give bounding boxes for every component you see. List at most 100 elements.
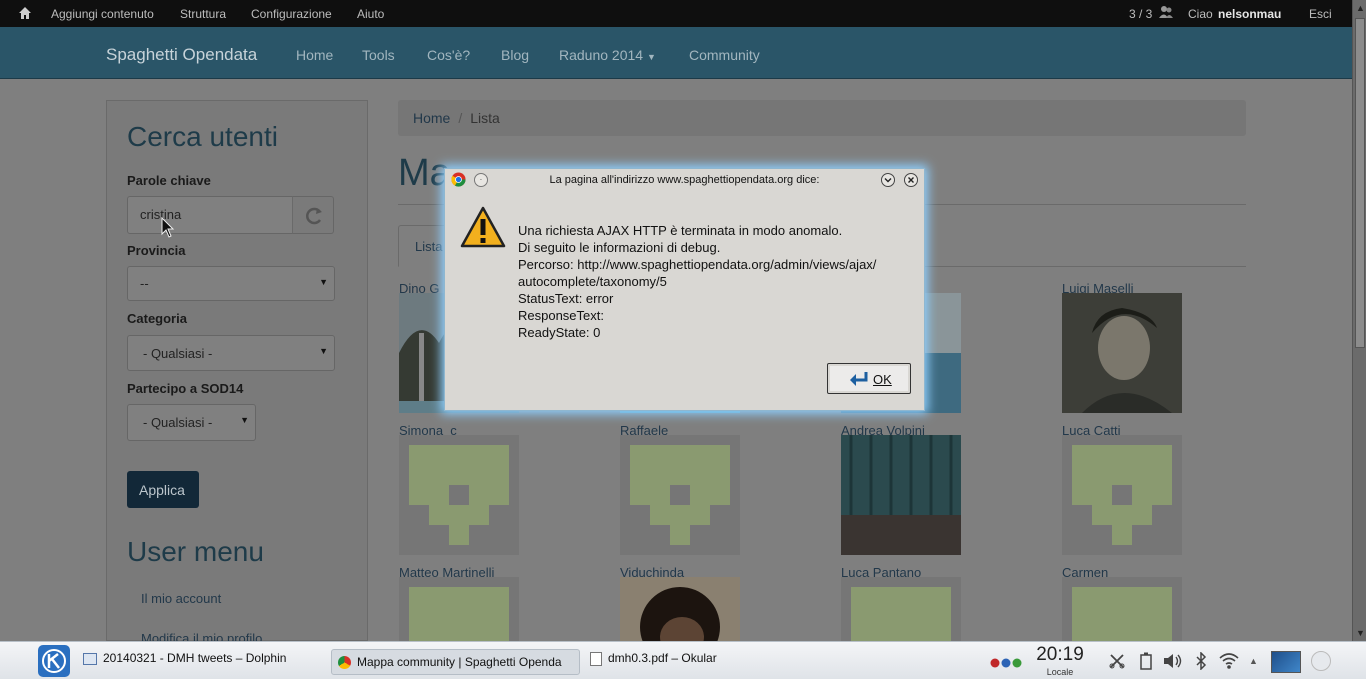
admin-link-help[interactable]: Aiuto <box>357 7 384 21</box>
dialog-line: Percorso: http://www.spaghettiopendata.o… <box>518 257 877 272</box>
categoria-label: Categoria <box>127 311 187 326</box>
select-caret-icon: ▼ <box>319 346 328 356</box>
admin-toolbar: Aggiungi contenuto Struttura Configurazi… <box>0 0 1352 27</box>
admin-link-structure[interactable]: Struttura <box>180 7 226 21</box>
user-card[interactable]: Luigi Maselli <box>1062 281 1202 421</box>
site-brand[interactable]: Spaghetti Opendata <box>106 45 257 65</box>
dolphin-app-icon <box>83 652 97 665</box>
keywords-label: Parole chiave <box>127 173 211 188</box>
nav-tools[interactable]: Tools <box>362 47 395 63</box>
tray-expand-icon[interactable]: ▲ <box>1249 656 1258 666</box>
clock-time[interactable]: 20:19 <box>1030 644 1090 666</box>
kde-launcher-icon[interactable] <box>38 645 70 677</box>
okular-app-icon <box>590 651 602 666</box>
scissors-icon[interactable] <box>1109 653 1125 674</box>
user-card[interactable]: Simona_c <box>399 423 539 563</box>
nav-blog[interactable]: Blog <box>501 47 529 63</box>
task-chrome-label: Mappa community | Spaghetti Openda <box>357 655 562 669</box>
clock-locale: Locale <box>1046 667 1074 677</box>
dialog-line: Di seguito le informazioni di debug. <box>518 240 721 255</box>
ok-button[interactable]: OK <box>827 363 911 394</box>
apply-button[interactable]: Applica <box>127 471 199 508</box>
sod14-value: - Qualsiasi - <box>143 415 213 430</box>
user-card[interactable]: Carmen <box>1062 565 1202 641</box>
task-dolphin[interactable]: 20140321 - DMH tweets – Dolphin <box>83 651 328 673</box>
breadcrumb-home[interactable]: Home <box>413 110 450 126</box>
admin-link-add-content[interactable]: Aggiungi contenuto <box>51 7 154 21</box>
shortcut-counter[interactable]: 3 / 3 <box>1129 7 1152 21</box>
dialog-line: Una richiesta AJAX HTTP è terminata in m… <box>518 223 843 238</box>
close-icon[interactable] <box>904 173 918 187</box>
nav-community[interactable]: Community <box>689 47 760 63</box>
main-navbar: Spaghetti Opendata Home Tools Cos'è? Blo… <box>0 27 1352 79</box>
identicon-avatar[interactable] <box>620 435 740 555</box>
scroll-down-arrow-icon[interactable]: ▼ <box>1356 628 1365 638</box>
dialog-line: autocomplete/taxonomy/5 <box>518 274 667 289</box>
task-okular[interactable]: dmh0.3.pdf – Okular <box>590 651 790 673</box>
enter-arrow-icon <box>848 370 870 391</box>
scroll-up-arrow-icon[interactable]: ▲ <box>1356 3 1365 13</box>
menu-my-account[interactable]: Il mio account <box>141 591 221 606</box>
sod14-select[interactable]: - Qualsiasi - ▼ <box>127 404 256 441</box>
user-photo[interactable] <box>1062 293 1182 413</box>
categoria-select[interactable]: - Qualsiasi - ▼ <box>127 335 335 371</box>
users-icon <box>1159 5 1173 22</box>
sod14-label: Partecipo a SOD14 <box>127 381 244 396</box>
dialog-title: La pagina all'indirizzo www.spaghettiope… <box>549 174 820 186</box>
ajax-error-dialog: · La pagina all'indirizzo www.spaghettio… <box>444 168 925 411</box>
user-card[interactable]: Luca Catti <box>1062 423 1202 563</box>
tab-lista[interactable]: Lista <box>398 225 448 267</box>
identicon-avatar[interactable] <box>1062 435 1182 555</box>
panel-toolbox-icon[interactable] <box>1311 651 1331 671</box>
dialog-message: Una richiesta AJAX HTTP è terminata in m… <box>518 222 876 341</box>
categoria-value: - Qualsiasi - <box>143 346 213 361</box>
task-okular-label: dmh0.3.pdf – Okular <box>608 651 717 665</box>
admin-link-configuration[interactable]: Configurazione <box>251 7 332 21</box>
select-caret-icon: ▼ <box>240 415 249 425</box>
volume-icon[interactable] <box>1162 652 1184 675</box>
chrome-logo-icon <box>338 656 351 670</box>
dialog-line: StatusText: error <box>518 291 614 306</box>
scrollbar-thumb[interactable] <box>1355 18 1365 348</box>
nav-raduno[interactable]: Raduno 2014 ▼ <box>559 47 656 63</box>
nav-cose[interactable]: Cos'è? <box>427 47 470 63</box>
user-card[interactable]: Viduchinda <box>620 565 760 641</box>
username-link[interactable]: nelsonmau <box>1218 7 1281 21</box>
dialog-line: ResponseText: <box>518 308 604 323</box>
breadcrumb-current: Lista <box>470 110 500 126</box>
page-scrollbar[interactable]: ▲ ▼ <box>1352 0 1366 641</box>
user-card[interactable]: Andrea Volpini <box>841 423 981 563</box>
nav-home[interactable]: Home <box>296 47 333 63</box>
breadcrumb: Home / Lista <box>398 100 1246 136</box>
caret-down-icon: ▼ <box>646 52 656 62</box>
bluetooth-icon[interactable] <box>1194 651 1208 675</box>
wifi-icon[interactable] <box>1218 652 1240 675</box>
user-card[interactable]: Luca Pantano <box>841 565 981 641</box>
user-photo[interactable] <box>620 577 740 641</box>
identicon-avatar[interactable] <box>399 435 519 555</box>
identicon-avatar[interactable] <box>841 577 961 641</box>
battery-icon[interactable] <box>1140 652 1152 675</box>
desktop-pager-icon[interactable] <box>1271 651 1301 673</box>
identicon-avatar[interactable] <box>399 577 519 641</box>
breadcrumb-separator: / <box>458 110 463 126</box>
user-menu-title: User menu <box>127 536 264 567</box>
user-card[interactable]: Raffaele <box>620 423 760 563</box>
warning-icon <box>460 206 506 253</box>
kde-taskbar: 20140321 - DMH tweets – Dolphin Mappa co… <box>0 641 1366 679</box>
user-card[interactable]: Matteo Martinelli <box>399 565 539 641</box>
autocomplete-refresh-icon[interactable] <box>292 196 334 234</box>
chevron-down-icon[interactable] <box>881 173 895 187</box>
dialog-titlebar[interactable]: · La pagina all'indirizzo www.spaghettio… <box>445 169 924 191</box>
dialog-line: ReadyState: 0 <box>518 325 601 340</box>
page-title: Ma <box>398 152 451 194</box>
keywords-input[interactable]: cristina <box>127 196 293 234</box>
activity-dots-icon[interactable] <box>990 656 1024 674</box>
logout-link[interactable]: Esci <box>1309 7 1332 21</box>
identicon-avatar[interactable] <box>1062 577 1182 641</box>
home-icon[interactable] <box>18 6 32 20</box>
search-users-title: Cerca utenti <box>127 121 278 152</box>
provincia-select[interactable]: -- ▼ <box>127 266 335 301</box>
task-chrome[interactable]: Mappa community | Spaghetti Openda <box>331 649 580 675</box>
user-photo[interactable] <box>841 435 961 555</box>
